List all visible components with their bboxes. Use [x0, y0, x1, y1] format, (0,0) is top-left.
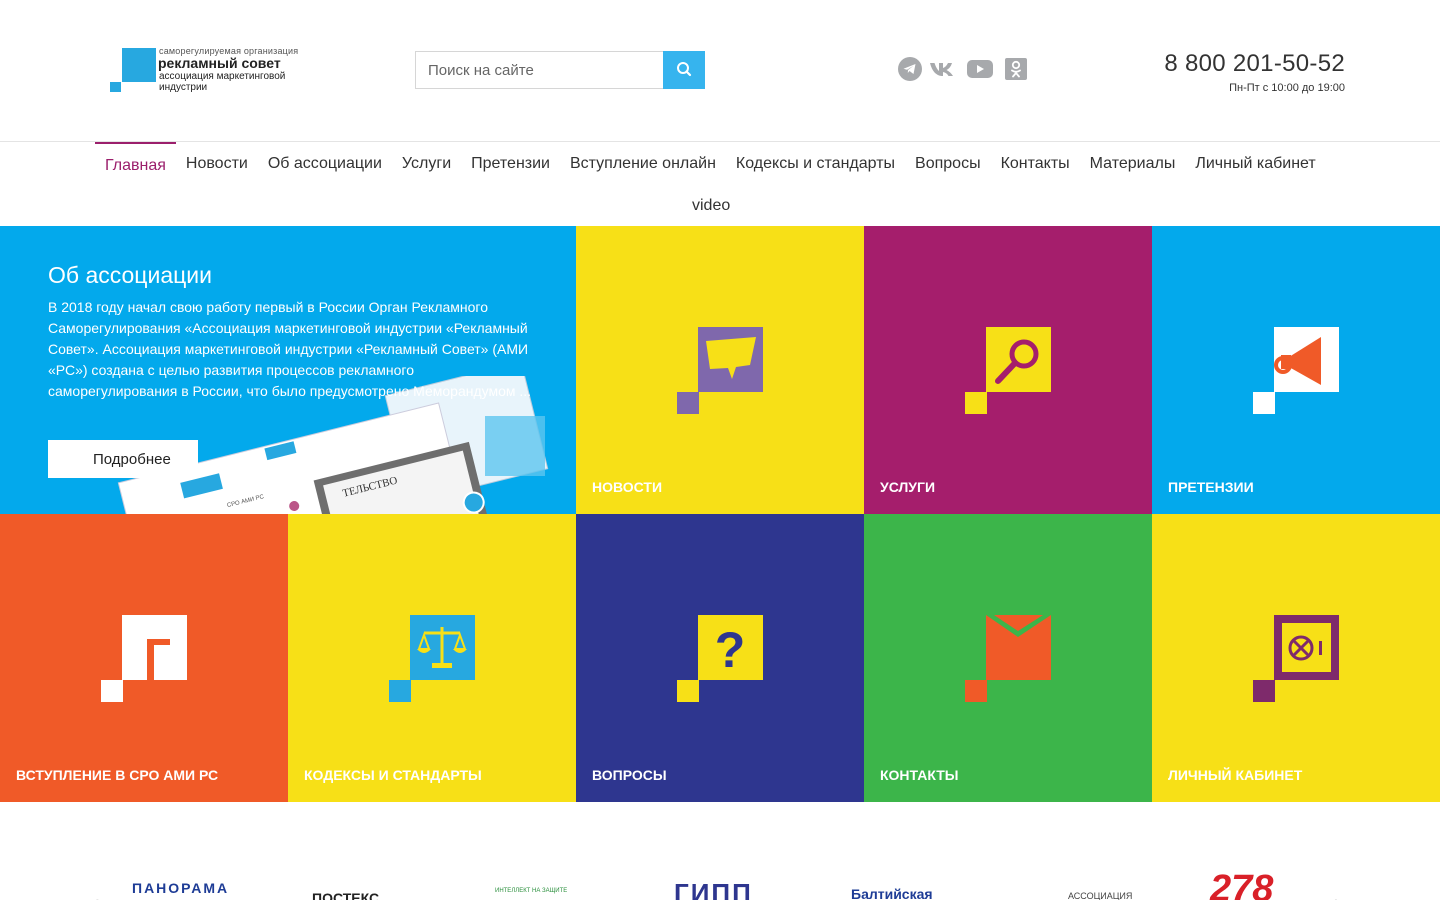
logo-subtitle: ассоциация маркетинговой индустрии: [159, 71, 286, 93]
tile-label: ПРЕТЕНЗИИ: [1168, 479, 1254, 495]
tile-icon: [677, 327, 763, 414]
nav-item-home[interactable]: Главная: [95, 142, 176, 184]
contact-block: 8 800 201-50-52 Пн-Пт с 10:00 до 19:00: [1164, 50, 1345, 94]
tile-label: ЛИЧНЫЙ КАБИНЕТ: [1168, 767, 1303, 783]
search-form: [415, 51, 705, 89]
site-header: саморегулируемая организация рекламный с…: [0, 0, 1440, 142]
tile-news[interactable]: НОВОСТИ: [576, 226, 864, 514]
nav-item-account[interactable]: Личный кабинет: [1185, 142, 1325, 184]
tile-grid: ТЕЛЬСТВО СРО АМИ РС Об ассоциации В 2018…: [0, 226, 1440, 802]
nav-row: video: [682, 184, 740, 226]
magnifier-icon: [995, 339, 1039, 384]
tile-icon: [1253, 615, 1339, 702]
tile-label: НОВОСТИ: [592, 479, 663, 495]
tile-icon: [965, 615, 1051, 702]
logo-small-square-icon: [110, 82, 121, 92]
about-text: В 2018 году начал свою работу первый в Р…: [48, 299, 532, 399]
nav-item-questions[interactable]: Вопросы: [905, 142, 991, 184]
nav-item-materials[interactable]: Материалы: [1080, 142, 1186, 184]
nav-item-join-online[interactable]: Вступление онлайн: [560, 142, 726, 184]
tile-icon: [389, 615, 475, 702]
logo-title: рекламный совет: [158, 55, 281, 71]
megaphone-icon: [1274, 337, 1321, 385]
partner-logo[interactable]: ПАНОРАМА: [132, 880, 229, 900]
logo-square-icon: [122, 48, 156, 82]
chat-bubble-icon: [706, 337, 756, 379]
tile-contacts[interactable]: КОНТАКТЫ: [864, 514, 1152, 802]
entry-icon: [147, 639, 170, 680]
about-title: Об ассоциации: [48, 262, 212, 288]
odnoklassniki-icon[interactable]: [1004, 57, 1028, 81]
tile-account[interactable]: ЛИЧНЫЙ КАБИНЕТ: [1152, 514, 1440, 802]
nav-item-claims[interactable]: Претензии: [461, 142, 560, 184]
youtube-icon[interactable]: [966, 57, 994, 81]
about-tile[interactable]: ТЕЛЬСТВО СРО АМИ РС Об ассоциации В 2018…: [0, 226, 576, 514]
more-button[interactable]: Подробнее: [48, 440, 198, 478]
tile-icon: [101, 615, 187, 702]
nav-row: Главная Новости Об ассоциации Услуги Пре…: [95, 142, 1326, 184]
envelope-icon: [986, 615, 1051, 637]
scales-icon: [417, 627, 467, 668]
carousel-prev-icon[interactable]: ‹: [92, 890, 99, 900]
nav-item-video[interactable]: video: [682, 184, 740, 226]
nav-item-news[interactable]: Новости: [176, 142, 258, 184]
partner-logo[interactable]: ИНТЕЛЛЕКТ НА ЗАЩИТЕ: [495, 888, 567, 900]
svg-text:?: ?: [715, 622, 746, 678]
search-input[interactable]: [415, 51, 663, 89]
nav-item-contacts[interactable]: Контакты: [991, 142, 1080, 184]
working-hours: Пн-Пт с 10:00 до 19:00: [1229, 82, 1345, 94]
tile-label: УСЛУГИ: [880, 479, 936, 495]
partner-logo[interactable]: Балтийская: [851, 886, 933, 900]
tile-questions[interactable]: ? ВОПРОСЫ: [576, 514, 864, 802]
social-links: [898, 57, 1028, 81]
nav-item-services[interactable]: Услуги: [392, 142, 461, 184]
telegram-icon[interactable]: [898, 57, 922, 81]
nav-item-about[interactable]: Об ассоциации: [258, 142, 392, 184]
main-navigation: Главная Новости Об ассоциации Услуги Пре…: [0, 142, 1440, 226]
question-icon: ?: [715, 622, 746, 678]
site-logo[interactable]: саморегулируемая организация рекламный с…: [110, 46, 310, 94]
partner-logo[interactable]: АССОЦИАЦИЯ: [1068, 891, 1132, 900]
tile-icon: ?: [677, 615, 763, 702]
safe-icon: [1282, 623, 1331, 672]
search-icon: [677, 62, 692, 77]
partner-logo[interactable]: ГИПП: [674, 878, 753, 900]
vk-icon[interactable]: [929, 57, 957, 81]
tile-label: ВСТУПЛЕНИЕ В СРО АМИ РС: [16, 767, 219, 783]
tile-join[interactable]: ВСТУПЛЕНИЕ В СРО АМИ РС: [0, 514, 288, 802]
tile-icon: [1253, 327, 1339, 414]
tile-services[interactable]: УСЛУГИ: [864, 226, 1152, 514]
tile-label: КОДЕКСЫ И СТАНДАРТЫ: [304, 767, 482, 783]
tile-label: ВОПРОСЫ: [592, 767, 667, 783]
partner-logo[interactable]: 278: [1210, 868, 1273, 900]
tile-icon: [965, 327, 1051, 414]
partner-logo[interactable]: ПОСТЕКС: [312, 890, 379, 900]
carousel-next-icon[interactable]: ›: [1334, 890, 1341, 900]
nav-item-codes[interactable]: Кодексы и стандарты: [726, 142, 905, 184]
partners-carousel: ‹ ПАНОРАМА ПОСТЕКС ИНТЕЛЛЕКТ НА ЗАЩИТЕ Г…: [0, 802, 1440, 900]
tile-label: КОНТАКТЫ: [880, 767, 959, 783]
search-button[interactable]: [663, 51, 705, 89]
tile-codes[interactable]: КОДЕКСЫ И СТАНДАРТЫ: [288, 514, 576, 802]
tile-claims[interactable]: ПРЕТЕНЗИИ: [1152, 226, 1440, 514]
phone-number[interactable]: 8 800 201-50-52: [1164, 50, 1345, 78]
